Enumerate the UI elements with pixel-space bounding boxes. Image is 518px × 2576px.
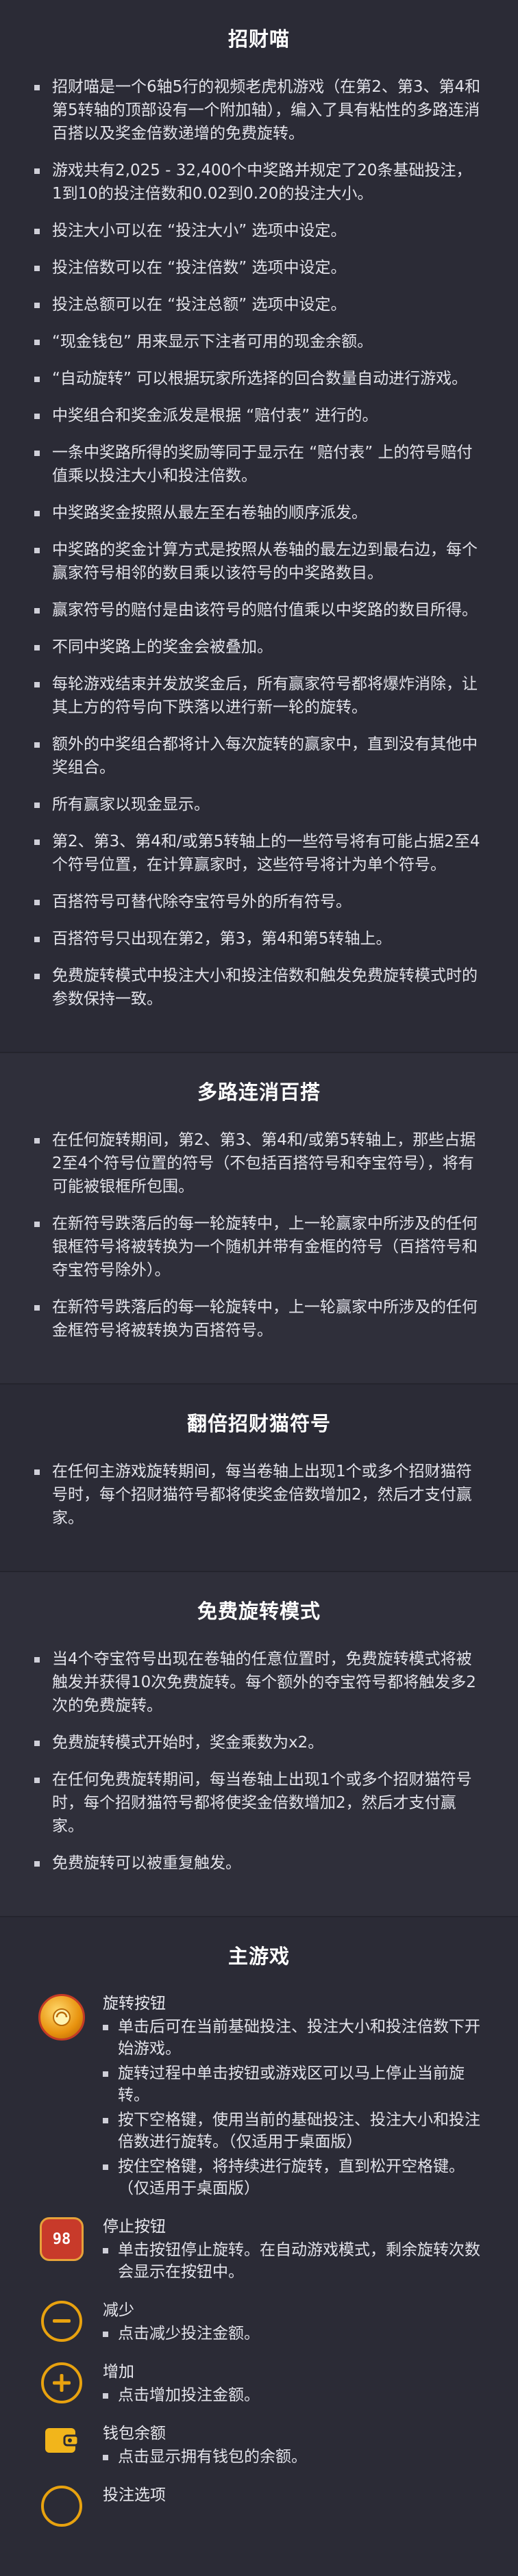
rules-list: 在任何旋转期间，第2、第3、第4和/或第5转轴上，那些占据2至4个符号位置的符号…: [0, 1128, 518, 1342]
list-item: 投注大小可以在 “投注大小” 选项中设定。: [34, 219, 484, 242]
control-bet-options: 投注选项: [0, 2484, 518, 2527]
list-item: 在任何主游戏旋转期间，每当卷轴上出现1个或多个招财猫符号时，每个招财猫符号都将使…: [34, 1460, 484, 1530]
list-item: 单击后可在当前基础投注、投注大小和投注倍数下开始游戏。: [103, 2016, 484, 2060]
control-name: 投注选项: [103, 2486, 166, 2504]
section-title: 翻倍招财猫符号: [186, 1412, 331, 1435]
section-title: 主游戏: [227, 1945, 290, 1968]
list-item: 游戏共有2,025 - 32,400个中奖路并规定了20条基础投注， 1到10的…: [34, 159, 484, 205]
list-item: 投注倍数可以在 “投注倍数” 选项中设定。: [34, 256, 484, 279]
autospin-count: 98: [52, 2230, 71, 2248]
control-name: 停止按钮: [103, 2218, 166, 2236]
control-minus: 减少 点击减少投注金额。: [0, 2299, 518, 2347]
control-plus: 增加 点击增加投注金额。: [0, 2361, 518, 2409]
list-item: 当4个夺宝符号出现在卷轴的任意位置时，免费旋转模式将被触发并获得10次免费旋转。…: [34, 1647, 484, 1717]
list-item: 每轮游戏结束并发放奖金后，所有赢家符号都将爆炸消除，让其上方的符号向下跌落以进行…: [34, 672, 484, 719]
spin-button-icon[interactable]: [38, 1994, 85, 2041]
bet-options-icon[interactable]: [41, 2486, 82, 2527]
list-item: 点击增加投注金额。: [103, 2384, 484, 2406]
list-item: 额外的中奖组合都将计入每次旋转的赢家中，直到没有其他中奖组合。: [34, 733, 484, 779]
minus-icon[interactable]: [41, 2301, 82, 2342]
stop-button-icon[interactable]: 98: [40, 2217, 84, 2261]
list-item: 按下空格键，使用当前的基础投注、投注大小和投注倍数进行旋转。（仅适用于桌面版）: [103, 2109, 484, 2153]
control-wallet: 钱包余额 点击显示拥有钱包的余额。: [0, 2423, 518, 2471]
list-item: 在任何免费旋转期间，每当卷轴上出现1个或多个招财猫符号时，每个招财猫符号都将使奖…: [34, 1768, 484, 1838]
control-stop: 98 停止按钮 单击按钮停止旋转。在自动游戏模式，剩余旋转次数会显示在按钮中。: [0, 2216, 518, 2286]
list-item: 在任何旋转期间，第2、第3、第4和/或第5转轴上，那些占据2至4个符号位置的符号…: [34, 1128, 484, 1198]
list-item: 免费旋转模式中投注大小和投注倍数和触发免费旋转模式时的参数保持一致。: [34, 964, 484, 1011]
section-cascading-wilds: 多路连消百搭 在任何旋转期间，第2、第3、第4和/或第5转轴上，那些占据2至4个…: [0, 1053, 518, 1385]
list-item: 第2、第3、第4和/或第5转轴上的一些符号将有可能占据2至4个符号位置，在计算赢…: [34, 830, 484, 876]
section-free-spins: 免费旋转模式 当4个夺宝符号出现在卷轴的任意位置时，免费旋转模式将被触发并获得1…: [0, 1572, 518, 1917]
list-item: 不同中奖路上的奖金会被叠加。: [34, 635, 484, 659]
section-title: 免费旋转模式: [197, 1600, 321, 1623]
list-item: “现金钱包” 用来显示下注者可用的现金余额。: [34, 330, 484, 353]
rules-list: 当4个夺宝符号出现在卷轴的任意位置时，免费旋转模式将被触发并获得10次免费旋转。…: [0, 1647, 518, 1875]
rules-list: 在任何主游戏旋转期间，每当卷轴上出现1个或多个招财猫符号时，每个招财猫符号都将使…: [0, 1460, 518, 1530]
section-game-intro: 招财喵 招财喵是一个6轴5行的视频老虎机游戏（在第2、第3、第4和第5转轴的顶部…: [0, 0, 518, 1053]
control-name: 旋转按钮: [103, 1995, 166, 2012]
control-name: 钱包余额: [103, 2425, 166, 2442]
list-item: “自动旋转” 可以根据玩家所选择的回合数量自动进行游戏。: [34, 367, 484, 390]
list-item: 百搭符号只出现在第2，第3，第4和第5转轴上。: [34, 927, 484, 950]
list-item: 点击减少投注金额。: [103, 2323, 484, 2345]
list-item: 中奖路的奖金计算方式是按照从卷轴的最左边到最右边，每个赢家符号相邻的数目乘以该符…: [34, 538, 484, 585]
list-item: 免费旋转可以被重复触发。: [34, 1852, 484, 1875]
rules-list: 招财喵是一个6轴5行的视频老虎机游戏（在第2、第3、第4和第5转轴的顶部设有一个…: [0, 75, 518, 1011]
list-item: 投注总额可以在 “投注总额” 选项中设定。: [34, 293, 484, 316]
plus-icon[interactable]: [41, 2362, 82, 2403]
section-title: 多路连消百搭: [197, 1081, 321, 1104]
control-name: 减少: [103, 2301, 134, 2319]
list-item: 中奖组合和奖金派发是根据 “赔付表” 进行的。: [34, 404, 484, 427]
section-multiplier-cat: 翻倍招财猫符号 在任何主游戏旋转期间，每当卷轴上出现1个或多个招财猫符号时，每个…: [0, 1385, 518, 1572]
list-item: 旋转过程中单击按钮或游戏区可以马上停止当前旋转。: [103, 2062, 484, 2106]
list-item: 单击按钮停止旋转。在自动游戏模式，剩余旋转次数会显示在按钮中。: [103, 2239, 484, 2283]
list-item: 招财喵是一个6轴5行的视频老虎机游戏（在第2、第3、第4和第5转轴的顶部设有一个…: [34, 75, 484, 145]
section-main-game: 主游戏 旋转按钮 单击后可在当前基础投注、投注大小和投注倍数下开始游戏。 旋转过…: [0, 1917, 518, 2568]
list-item: 中奖路奖金按照从最左至右卷轴的顺序派发。: [34, 501, 484, 525]
list-item: 赢家符号的赔付是由该符号的赔付值乘以中奖路的数目所得。: [34, 598, 484, 622]
list-item: 按住空格键，将持续进行旋转，直到松开空格键。（仅适用于桌面版）: [103, 2156, 484, 2199]
list-item: 点击显示拥有钱包的余额。: [103, 2446, 484, 2468]
list-item: 在新符号跌落后的每一轮旋转中，上一轮赢家中所涉及的任何金框符号将被转换为百搭符号…: [34, 1296, 484, 1342]
list-item: 免费旋转模式开始时，奖金乘数为x2。: [34, 1731, 484, 1754]
list-item: 所有赢家以现金显示。: [34, 793, 484, 816]
list-item: 一条中奖路所得的奖励等同于显示在 “赔付表” 上的符号赔付值乘以投注大小和投注倍…: [34, 441, 484, 488]
control-name: 增加: [103, 2363, 134, 2381]
wallet-icon[interactable]: [44, 2424, 79, 2455]
control-spin: 旋转按钮 单击后可在当前基础投注、投注大小和投注倍数下开始游戏。 旋转过程中单击…: [0, 1993, 518, 2202]
list-item: 百搭符号可替代除夺宝符号外的所有符号。: [34, 890, 484, 913]
rules-page: 招财喵 招财喵是一个6轴5行的视频老虎机游戏（在第2、第3、第4和第5转轴的顶部…: [0, 0, 518, 2568]
section-title: 招财喵: [227, 27, 290, 51]
list-item: 在新符号跌落后的每一轮旋转中，上一轮赢家中所涉及的任何银框符号将被转换为一个随机…: [34, 1212, 484, 1282]
